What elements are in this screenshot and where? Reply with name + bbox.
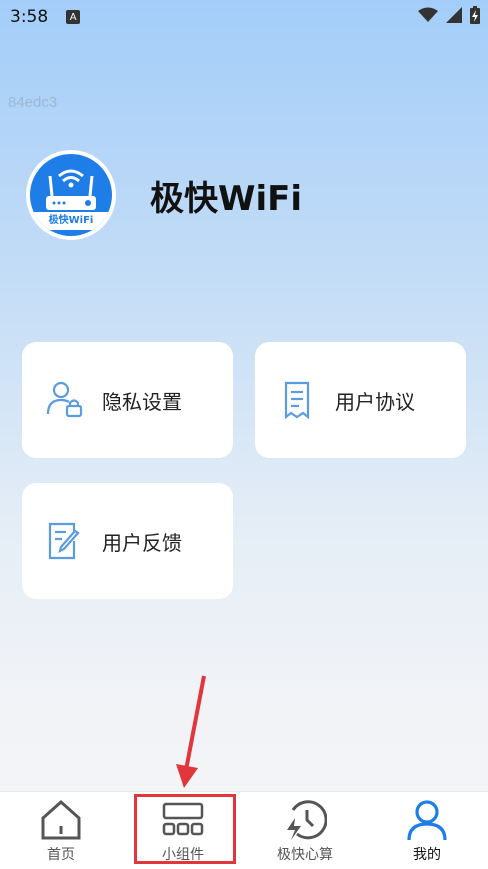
profile-header: 极快WiFi 极快WiFi: [26, 150, 302, 240]
card-label: 用户反馈: [102, 530, 182, 555]
status-time: 3:58: [10, 7, 49, 27]
tab-mine[interactable]: 我的: [366, 792, 488, 869]
person-icon: [407, 800, 447, 841]
battery-charging-icon: [470, 6, 480, 24]
signal-icon: [446, 7, 462, 23]
privacy-settings-card[interactable]: 隐私设置: [22, 342, 233, 458]
status-bar: 3:58 A: [0, 0, 488, 34]
card-label: 隐私设置: [102, 389, 182, 414]
a-letter-icon: A: [66, 10, 81, 24]
annotation-arrow: [176, 675, 206, 788]
app-name: 极快WiFi: [150, 178, 303, 219]
tab-label: 我的: [413, 847, 441, 863]
edit-note-icon: [44, 521, 84, 561]
tab-label: 首页: [47, 847, 75, 863]
wifi-icon: [418, 7, 438, 22]
tab-mental-math[interactable]: 极快心算: [244, 792, 366, 869]
document-icon: [277, 380, 317, 420]
user-agreement-card[interactable]: 用户协议: [255, 342, 466, 458]
home-icon: [41, 799, 81, 840]
tab-label: 小组件: [162, 847, 204, 863]
avatar-label: 极快WiFi: [30, 212, 112, 230]
lightning-clock-icon: [287, 800, 327, 840]
user-feedback-card[interactable]: 用户反馈: [22, 483, 233, 599]
card-label: 用户协议: [335, 389, 415, 414]
app-logo: 极快WiFi: [30, 154, 112, 236]
tab-label: 极快心算: [277, 847, 333, 863]
bottom-tab-bar: 首页 小组件 极快心算 我的: [0, 791, 488, 869]
tab-home[interactable]: 首页: [0, 792, 122, 869]
debug-text: 84edc3: [8, 94, 58, 111]
widget-icon: [162, 802, 204, 836]
status-icons: [418, 6, 480, 24]
user-lock-icon: [44, 380, 84, 420]
tab-widgets[interactable]: 小组件: [122, 792, 244, 869]
avatar[interactable]: 极快WiFi: [26, 150, 116, 240]
